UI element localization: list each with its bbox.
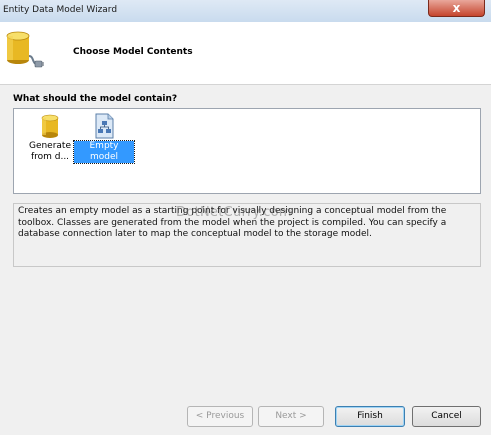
window-title: Entity Data Model Wizard [3,5,118,15]
next-button[interactable]: Next > [258,406,324,427]
list-item-label: Empty model [73,140,135,164]
wizard-header: Choose Model Contents [0,22,491,85]
list-item-empty-model[interactable]: Empty model [73,113,135,173]
close-button[interactable]: x [428,0,485,17]
page-title: Choose Model Contents [73,47,193,57]
database-connection-icon [6,31,44,68]
question-label: What should the model contain? [13,94,178,104]
previous-button[interactable]: < Previous [187,406,253,427]
list-item-label: Generate from d... [28,141,72,162]
empty-model-icon [95,113,114,139]
cancel-button[interactable]: Cancel [412,406,481,427]
list-item-generate-from-database[interactable]: Generate from d... [20,113,80,173]
title-bar[interactable]: Entity Data Model Wizard x [0,0,491,23]
database-icon [41,114,59,138]
close-icon: x [452,1,461,15]
option-description: Creates an empty model as a starting poi… [13,203,481,267]
finish-button[interactable]: Finish [335,406,405,427]
model-contents-list[interactable]: Generate from d... Empty model [13,108,481,194]
wizard-window: Entity Data Model Wizard x Choose Model … [0,0,491,435]
